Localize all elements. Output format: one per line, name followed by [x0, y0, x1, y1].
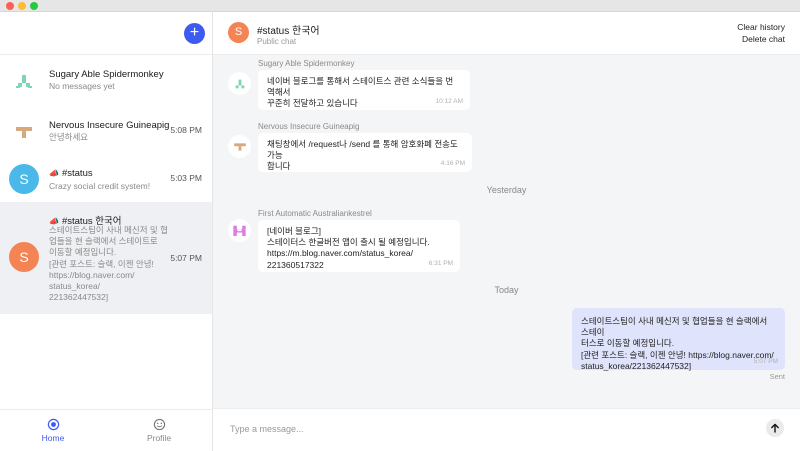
- conversation-preview: 안녕하세요: [49, 132, 89, 142]
- message-line: https://m.blog.naver.com/status_korea/: [267, 248, 413, 259]
- preview-line: status_korea/: [49, 281, 101, 292]
- message-bubble: 네이버 블로그를 통해서 스테이트스 관련 소식들을 번역해서 꾸준히 전달하고…: [258, 70, 470, 110]
- minimize-window-button[interactable]: [18, 2, 26, 10]
- delete-chat-button[interactable]: Delete chat: [742, 34, 785, 44]
- identicon-icon: [233, 225, 246, 236]
- chat-avatar: S: [228, 22, 249, 43]
- message-time: 6:31 PM: [428, 259, 453, 267]
- message-bubble-outgoing: 스테이트스팀이 사내 메신저 및 협업들을 현 슬랙에서 스테이 터스로 이동할…: [572, 308, 785, 371]
- message-line: 221360517322: [267, 259, 324, 270]
- message-bubble: [네이버 블로그] 스테이터스 한글버전 앱이 출시 될 예정입니다. http…: [258, 220, 460, 272]
- conversation-preview: Crazy social credit system!: [49, 181, 151, 191]
- conversation-preview: 스테이트스팀이 사내 메신저 및 협 업들을 현 슬랙에서 스테이트로 이동할 …: [49, 225, 168, 303]
- message-input[interactable]: [230, 420, 750, 438]
- nav-home[interactable]: Home: [23, 418, 83, 443]
- delivery-status: Sent: [769, 372, 785, 381]
- conversation-item-status[interactable]: S 📣 #status Crazy social credit system! 5…: [0, 156, 212, 202]
- conversation-name: Nervous Insecure Guineapig: [49, 120, 170, 131]
- message-sender: First Automatic Australiankestrel: [258, 209, 372, 218]
- window-titlebar: [0, 0, 800, 12]
- clear-history-button[interactable]: Clear history: [737, 22, 785, 32]
- chat-title: #status 한국어: [257, 26, 320, 37]
- identicon-icon: [235, 79, 244, 88]
- arrow-up-icon: [771, 423, 779, 433]
- conversation-item-nervous-insecure-guineapig[interactable]: Nervous Insecure Guineapig 안녕하세요 5:08 PM: [0, 107, 212, 156]
- send-button[interactable]: [766, 419, 784, 437]
- message-sender: Nervous Insecure Guineapig: [258, 122, 360, 131]
- maximize-window-button[interactable]: [30, 2, 38, 10]
- channel-avatar: S: [9, 242, 39, 272]
- sender-avatar: [228, 72, 251, 95]
- preview-line: 이동할 예정입니다.: [49, 247, 117, 258]
- conversation-item-sugary-able-spidermonkey[interactable]: Sugary Able Spidermonkey No messages yet: [0, 56, 212, 107]
- preview-line: 업들을 현 슬랙에서 스테이트로: [49, 236, 158, 247]
- conversation-time: 5:03 PM: [170, 173, 202, 183]
- message-list: Sugary Able Spidermonkey 네이버 블로그를 통해서 스테…: [213, 55, 800, 408]
- message-bubble: 채팅창에서 /request나 /send 를 통해 암호화폐 전송도 가능 합…: [258, 133, 472, 172]
- identicon-icon: [16, 75, 32, 88]
- message-line: 스테이트스팀이 사내 메신저 및 협업들을 현 슬랙에서 스테이: [581, 316, 768, 338]
- sidebar: + Sugary Able Spidermonkey No messages y…: [0, 12, 213, 451]
- conversation-time: 5:07 PM: [170, 253, 202, 263]
- preview-line: https://blog.naver.com/: [49, 269, 135, 280]
- close-window-button[interactable]: [6, 2, 14, 10]
- preview-line: 스테이트스팀이 사내 메신저 및 협: [49, 225, 168, 235]
- preview-line: 221362447532]: [49, 292, 109, 303]
- message-line: status_korea/221362447532]: [581, 360, 692, 371]
- sidebar-header: +: [0, 12, 212, 55]
- message-line: 네이버 블로그를 통해서 스테이트스 관련 소식들을 번역해서: [267, 76, 454, 98]
- bottom-nav: Home Profile: [0, 409, 212, 451]
- conversation-time: 5:08 PM: [170, 125, 202, 135]
- smiley-icon: [153, 418, 165, 431]
- plus-icon: +: [189, 24, 200, 41]
- message-line: 합니다: [267, 161, 291, 172]
- message-line: [네이버 블로그]: [267, 226, 322, 236]
- nav-profile-label: Profile: [146, 433, 172, 443]
- conversation-name: Sugary Able Spidermonkey: [49, 69, 164, 80]
- home-icon: [47, 418, 59, 431]
- identicon-icon: [16, 127, 32, 138]
- conversation-preview: No messages yet: [49, 81, 115, 91]
- identicon-icon: [233, 142, 246, 151]
- message-composer: [213, 408, 800, 451]
- megaphone-icon: 📣: [49, 169, 59, 178]
- nav-home-label: Home: [41, 433, 65, 443]
- chat-header: S #status 한국어 Public chat Clear history …: [213, 12, 800, 55]
- day-separator: Yesterday: [486, 185, 527, 195]
- chat-subtitle: Public chat: [257, 37, 297, 46]
- message-time: 4:16 PM: [440, 159, 465, 167]
- message-line: [관련 포스트: 슬랙, 이젠 안녕! https://blog.naver.c…: [581, 349, 774, 360]
- preview-line: [관련 포스트: 슬랙, 이젠 안녕!: [49, 258, 154, 269]
- message-line: 터스로 이동할 예정입니다.: [581, 338, 675, 349]
- identicon-avatar: [9, 66, 39, 96]
- sender-avatar: [228, 135, 251, 158]
- channel-avatar: S: [9, 164, 39, 194]
- conversation-name: #status: [61, 168, 93, 179]
- conversation-name-row: 📣 #status: [49, 168, 93, 179]
- message-line: 채팅창에서 /request나 /send 를 통해 암호화폐 전송도 가능: [267, 139, 458, 161]
- message-sender: Sugary Able Spidermonkey: [258, 59, 355, 68]
- avatar-letter: S: [19, 171, 29, 187]
- day-separator: Today: [494, 285, 519, 295]
- identicon-avatar: [9, 117, 39, 147]
- nav-profile[interactable]: Profile: [129, 418, 189, 443]
- sender-avatar: [228, 219, 251, 242]
- conversation-item-status-korean[interactable]: S 📣 #status 한국어 스테이트스팀이 사내 메신저 및 협 업들을 현 …: [0, 202, 212, 314]
- new-chat-button[interactable]: +: [184, 23, 205, 44]
- message-time: 5:07 PM: [753, 357, 778, 365]
- message-time: 10:12 AM: [435, 97, 463, 105]
- message-line: 스테이터스 한글버전 앱이 출시 될 예정입니다.: [267, 237, 430, 248]
- message-line: 꾸준히 전달하고 있습니다: [267, 98, 358, 109]
- avatar-letter: S: [19, 249, 29, 265]
- avatar-letter: S: [234, 26, 243, 38]
